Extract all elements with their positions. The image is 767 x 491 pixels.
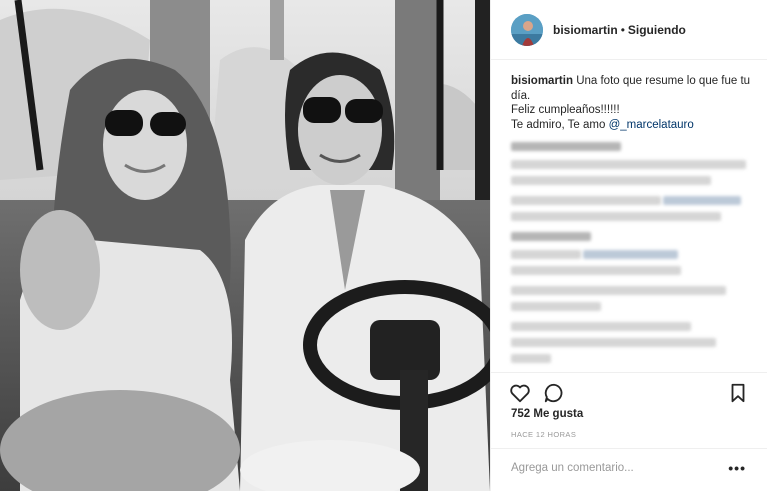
blurred-comment-line [511,142,621,151]
heart-icon[interactable] [509,382,531,404]
blurred-comment-line [511,212,721,221]
blurred-comment-line [583,250,678,259]
caption-mention-link[interactable]: @_marcelatauro [609,119,694,131]
header-username[interactable]: bisiomartin [553,23,618,37]
comment-icon[interactable] [543,382,565,404]
blurred-comment-line [511,232,591,241]
blurred-comment-line [511,286,726,295]
bookmark-icon[interactable] [727,382,749,404]
more-options-icon[interactable]: ••• [728,460,746,476]
likes-count[interactable]: 752 Me gusta [511,408,583,420]
caption-line-2: Feliz cumpleaños!!!!!! [511,104,620,116]
blurred-comments [511,140,756,375]
black-and-white-photo [0,0,490,491]
blurred-comment-line [511,338,716,347]
blurred-comment-line [511,302,601,311]
blurred-comment-line [511,176,711,185]
post-actions [491,372,767,412]
following-button[interactable]: Siguiendo [628,23,686,37]
caption-username[interactable]: bisiomartin [511,75,573,87]
post-photo[interactable] [0,0,490,491]
blurred-comment-line [511,196,661,205]
post-timestamp: HACE 12 HORAS [511,430,577,439]
avatar[interactable] [511,13,543,46]
blurred-comment-line [511,354,551,363]
avatar-image [511,13,543,46]
comment-input[interactable]: Agrega un comentario... [511,462,634,474]
post-side-panel: bisiomartin • Siguiendo bisiomartin Una fo… [490,0,767,491]
header-separator: • [620,22,625,37]
blurred-comment-line [663,196,741,205]
comment-bar: Agrega un comentario... ••• [491,448,767,491]
caption-line-3: Te admiro, Te amo [511,118,606,131]
blurred-comment-line [511,160,746,169]
blurred-comment-line [511,266,681,275]
post-header: bisiomartin • Siguiendo [491,0,767,60]
blurred-comment-line [511,250,581,259]
blurred-comment-line [511,322,691,331]
caption: bisiomartin Una foto que resume lo que f… [511,74,756,132]
